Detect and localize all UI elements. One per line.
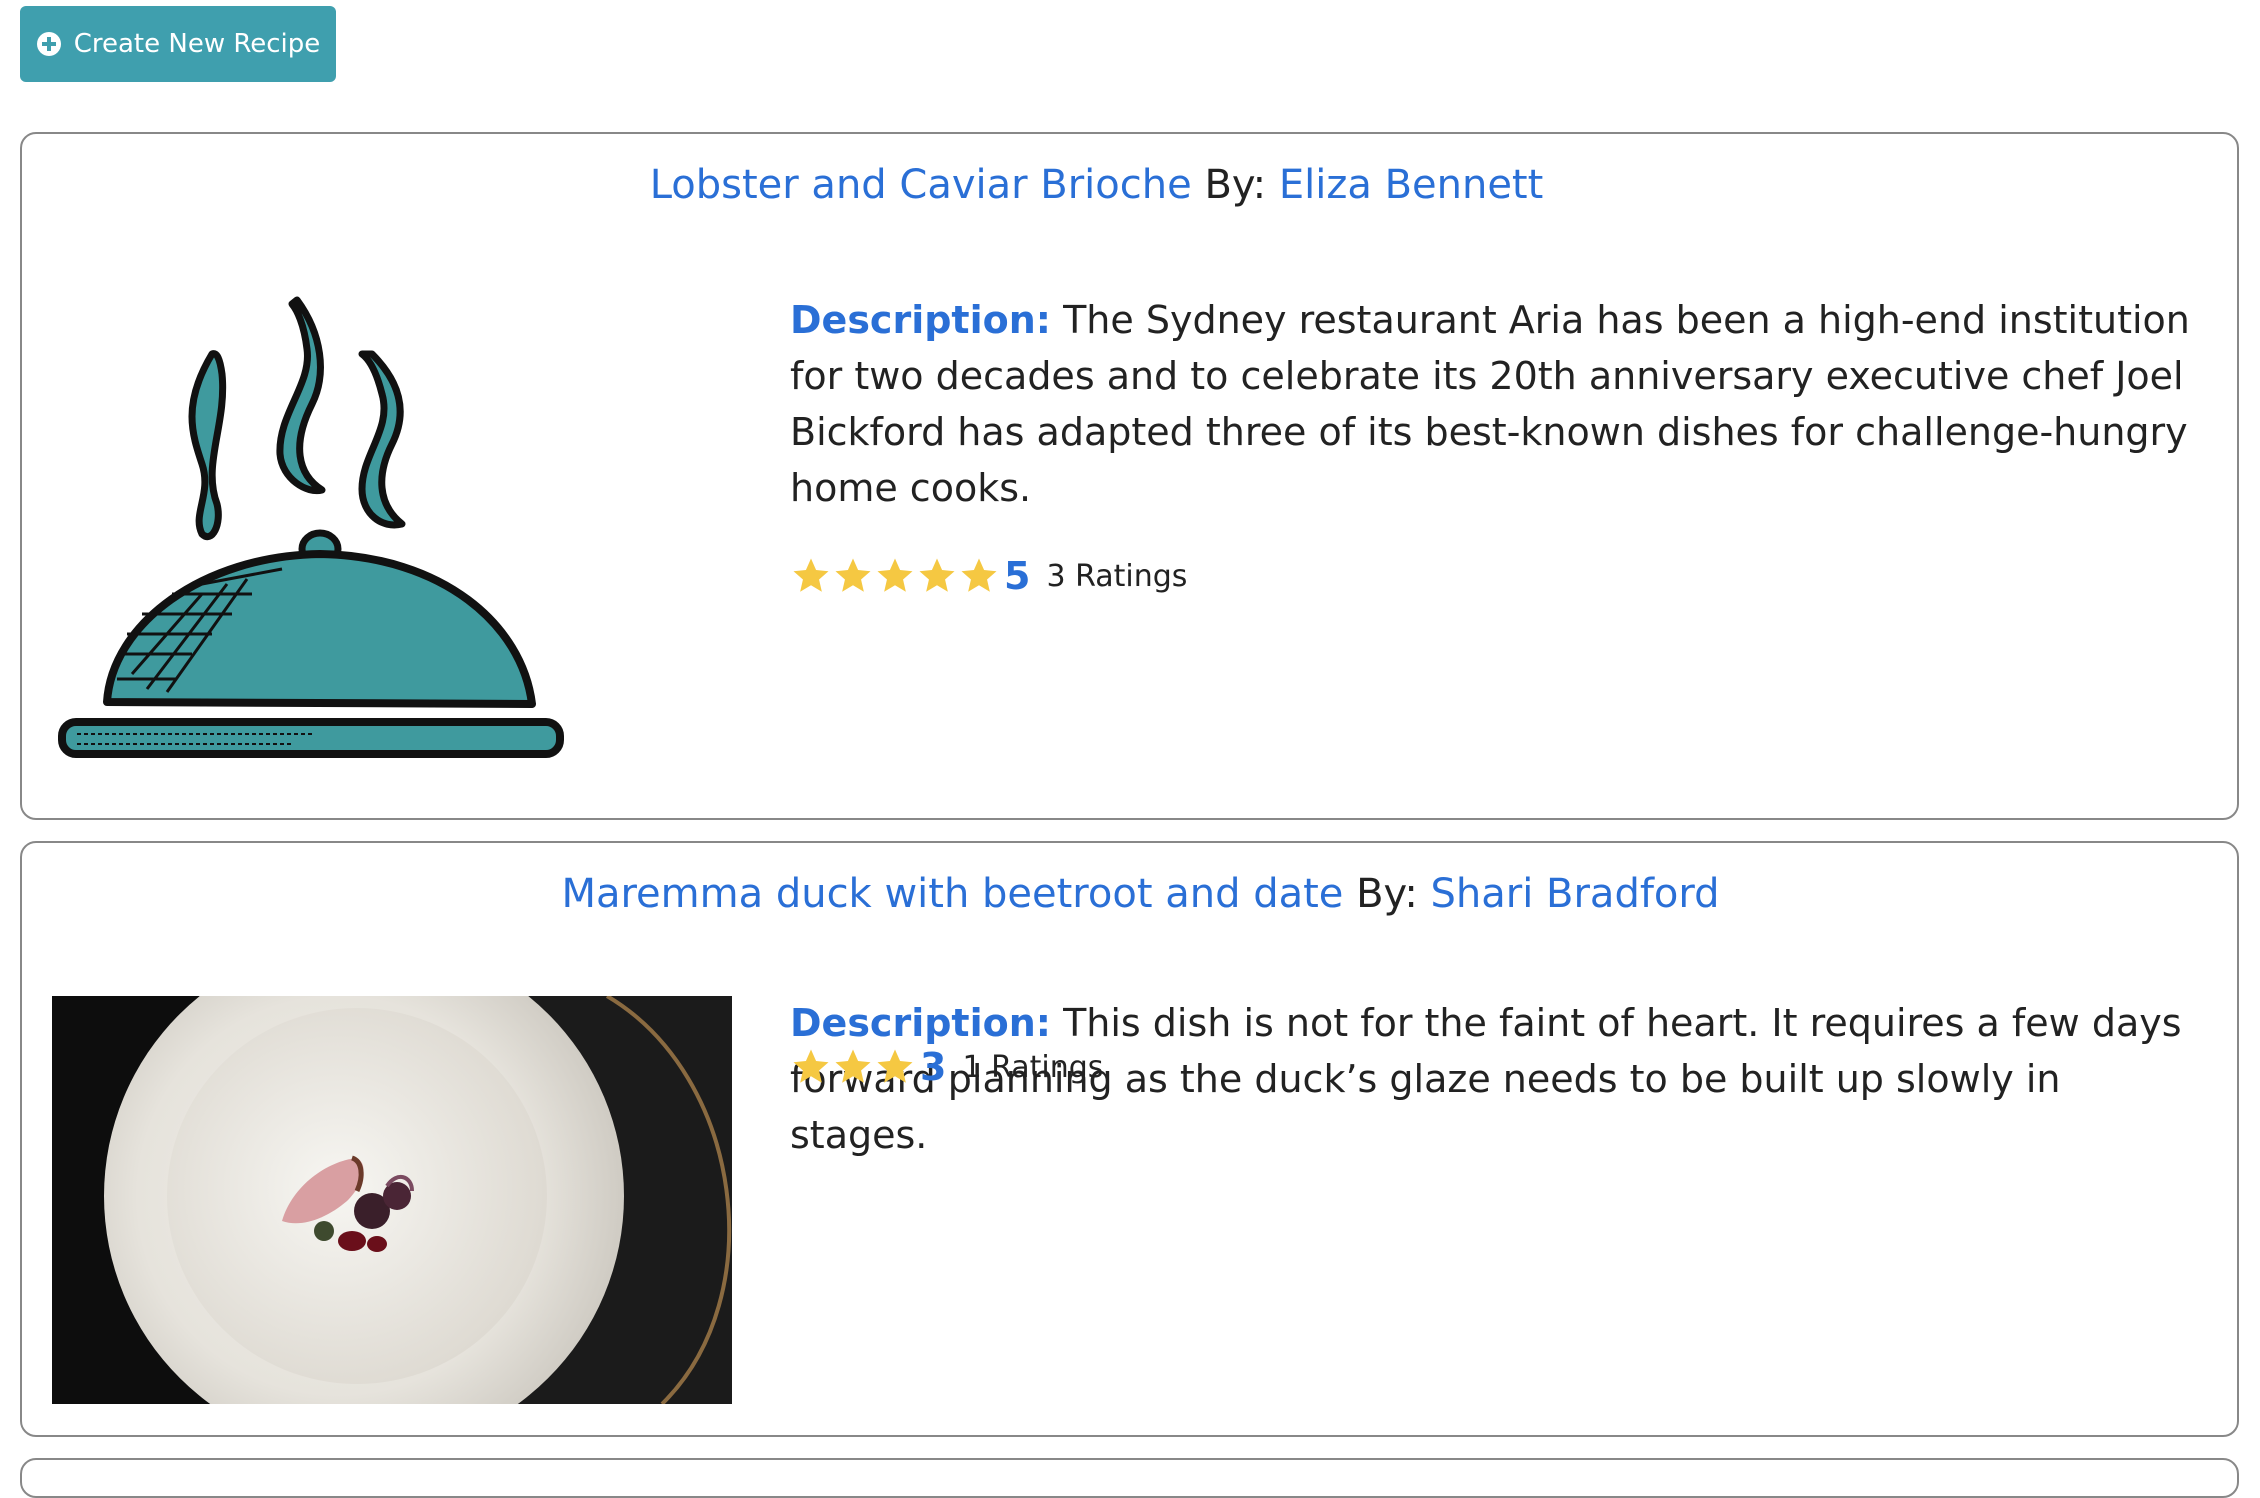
star-icon xyxy=(961,558,997,592)
duck-dish-photo[interactable] xyxy=(52,866,942,1498)
by-label: By: xyxy=(1204,162,1267,208)
recipe-card: Maremma duck with beetroot and date By: … xyxy=(20,841,2239,1498)
recipe-description: Description: The Sydney restaurant Aria … xyxy=(790,292,2201,516)
star-rating xyxy=(790,1046,916,1088)
star-icon xyxy=(919,558,955,592)
star-icon xyxy=(877,1049,913,1083)
star-rating xyxy=(790,555,1000,597)
recipe-title-row: Lobster and Caviar Brioche By: Eliza Ben… xyxy=(0,162,2204,208)
create-new-recipe-button[interactable]: Create New Recipe xyxy=(20,6,336,82)
star-icon xyxy=(793,558,829,592)
serving-cloche-illustration[interactable] xyxy=(52,294,572,774)
star-icon xyxy=(793,1049,829,1083)
ratings-count: 3 Ratings xyxy=(1046,558,1188,594)
by-label: By: xyxy=(1356,871,1418,917)
recipe-title-link[interactable]: Lobster and Caviar Brioche xyxy=(650,162,1192,208)
author-link[interactable]: Eliza Bennett xyxy=(1279,162,1543,208)
recipe-title-row: Maremma duck with beetroot and date By: … xyxy=(33,871,2248,917)
author-link[interactable]: Shari Bradford xyxy=(1431,871,1720,917)
create-new-recipe-label: Create New Recipe xyxy=(73,29,321,59)
plus-circle-icon xyxy=(36,31,62,57)
rating-row: 5 3 Ratings xyxy=(790,551,1187,601)
rating-value: 5 xyxy=(1004,554,1031,598)
recipe-card xyxy=(20,1458,2239,1498)
description-label: Description: xyxy=(790,298,1051,342)
recipe-card: Lobster and Caviar Brioche By: Eliza Ben… xyxy=(20,132,2239,820)
star-icon xyxy=(835,1049,871,1083)
rating-value: 3 xyxy=(920,1045,947,1089)
star-icon xyxy=(835,558,871,592)
description-label: Description: xyxy=(790,1001,1051,1045)
rating-row: 3 1 Ratings xyxy=(790,1042,1103,1092)
ratings-count: 1 Ratings xyxy=(962,1049,1104,1085)
recipe-title-link[interactable]: Maremma duck with beetroot and date xyxy=(561,871,1343,917)
star-icon xyxy=(877,558,913,592)
